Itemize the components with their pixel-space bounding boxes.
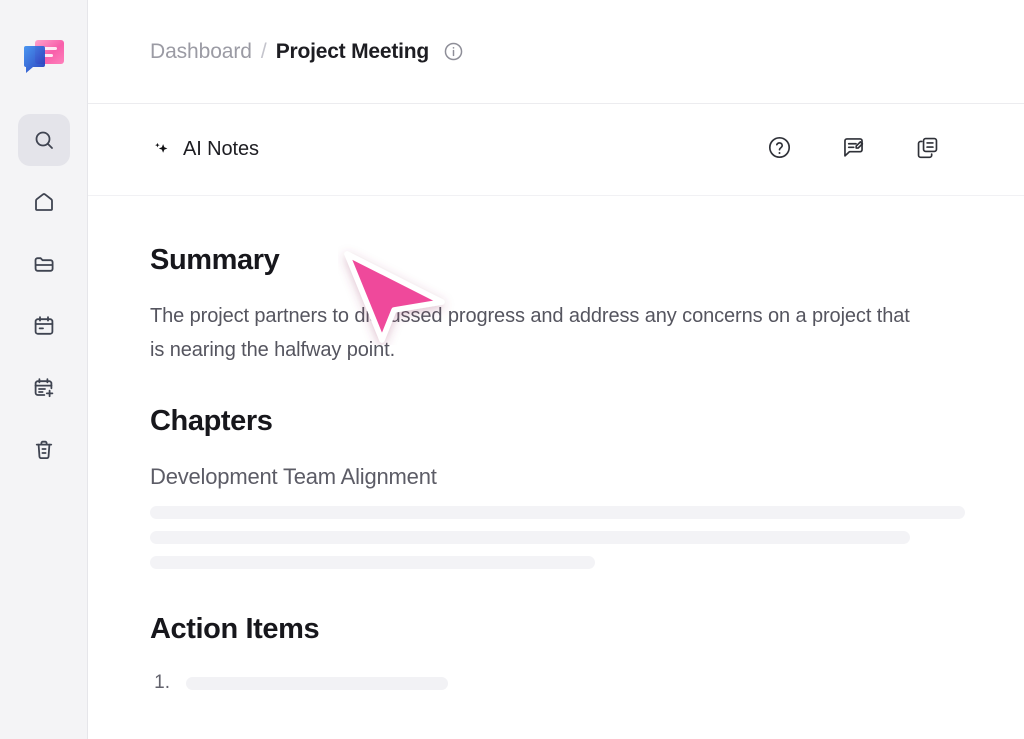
sidebar-item-trash[interactable] bbox=[18, 424, 70, 476]
chapter-skeleton-group bbox=[150, 506, 965, 569]
sparkle-icon bbox=[150, 139, 172, 161]
calendar-plus-icon bbox=[32, 376, 56, 400]
help-circle-icon bbox=[767, 135, 792, 165]
sidebar-item-home[interactable] bbox=[18, 176, 70, 228]
skeleton-line bbox=[186, 676, 448, 690]
copy-button[interactable] bbox=[912, 135, 942, 165]
comment-edit-icon bbox=[841, 135, 866, 165]
comment-button[interactable] bbox=[838, 135, 868, 165]
skeleton-line bbox=[150, 506, 965, 519]
summary-text: The project partners to discussed progre… bbox=[150, 305, 910, 361]
sidebar-item-calendar[interactable] bbox=[18, 300, 70, 352]
action-items-heading: Action Items bbox=[150, 613, 320, 645]
toolbar-left-group: AI Notes bbox=[150, 138, 259, 161]
app-logo[interactable] bbox=[20, 36, 68, 80]
skeleton-line bbox=[150, 531, 910, 544]
sidebar-item-folders[interactable] bbox=[18, 238, 70, 290]
home-icon bbox=[32, 190, 56, 214]
chapter-title[interactable]: Development Team Alignment bbox=[150, 464, 962, 490]
toolbar-title: AI Notes bbox=[183, 138, 259, 160]
action-item-number: 1. bbox=[154, 672, 170, 693]
search-icon bbox=[32, 128, 56, 152]
list-item[interactable]: 1. bbox=[150, 672, 962, 694]
info-icon[interactable] bbox=[443, 41, 464, 62]
breadcrumb-separator: / bbox=[260, 39, 267, 63]
app-logo-icon bbox=[23, 40, 64, 73]
chapters-heading: Chapters bbox=[150, 405, 273, 437]
action-items-list: 1. bbox=[150, 672, 962, 694]
sidebar-item-new-note[interactable] bbox=[18, 362, 70, 414]
sidebar bbox=[0, 0, 88, 739]
app-window: Dashboard / Project Meeting AI Notes Sum… bbox=[0, 0, 1024, 739]
calendar-icon bbox=[32, 314, 56, 338]
sidebar-item-search[interactable] bbox=[17, 114, 70, 166]
page-title: Project Meeting bbox=[275, 39, 430, 63]
breadcrumb: Dashboard / Project Meeting bbox=[88, 0, 1024, 104]
breadcrumb-parent[interactable]: Dashboard bbox=[150, 40, 252, 64]
copy-icon bbox=[915, 135, 940, 165]
sidebar-nav bbox=[0, 114, 87, 476]
toolbar-actions bbox=[764, 135, 942, 165]
help-button[interactable] bbox=[764, 135, 794, 165]
summary-heading: Summary bbox=[150, 244, 280, 276]
notes-toolbar: AI Notes bbox=[88, 104, 1024, 196]
trash-icon bbox=[32, 438, 56, 462]
skeleton-line bbox=[150, 556, 595, 569]
folder-icon bbox=[32, 252, 56, 276]
main-panel: Dashboard / Project Meeting AI Notes Sum… bbox=[88, 0, 1024, 739]
notes-content: Summary The project partners to discusse… bbox=[88, 196, 1024, 739]
